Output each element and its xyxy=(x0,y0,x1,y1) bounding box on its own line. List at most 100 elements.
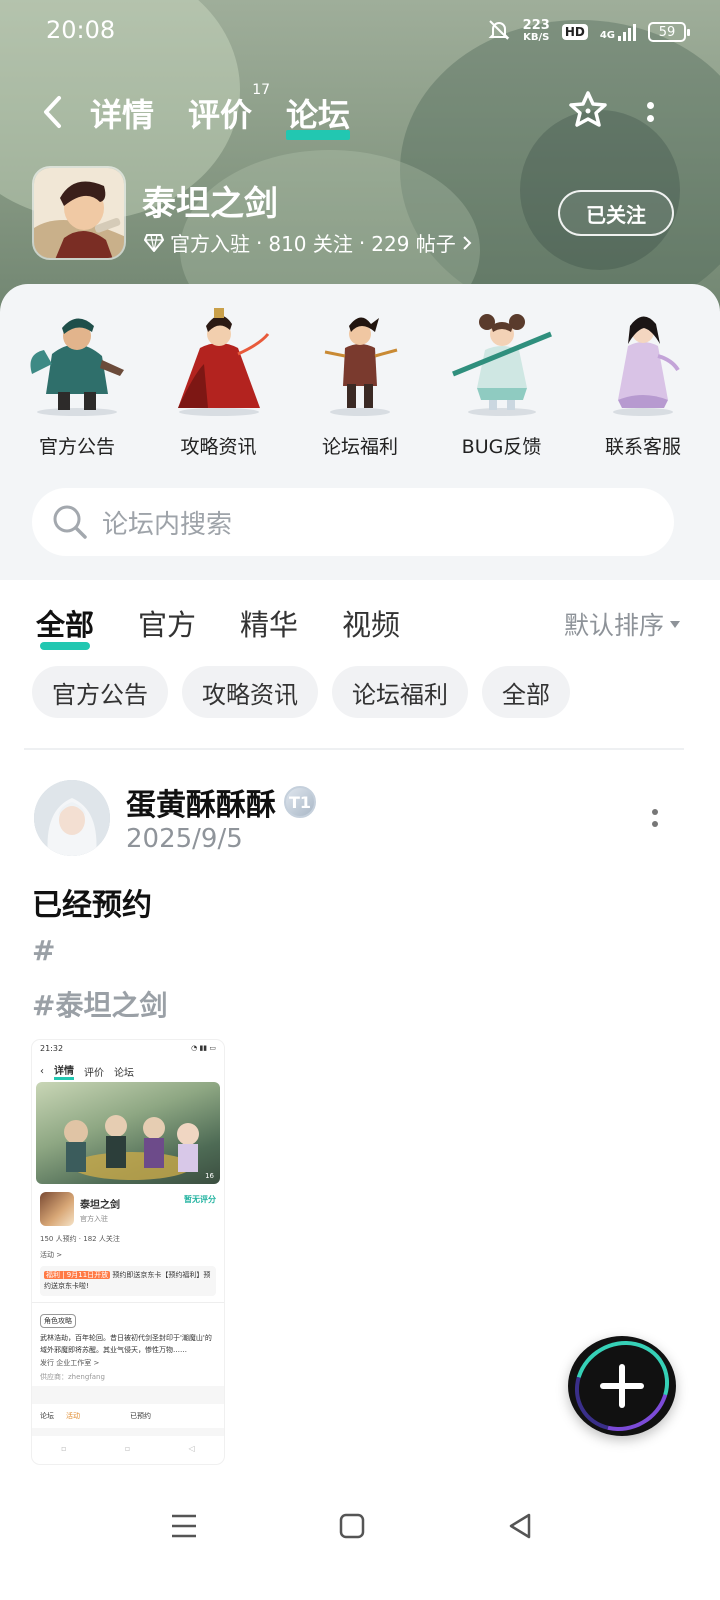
tab-details[interactable]: 详情 xyxy=(90,90,154,136)
battery-icon: 59 xyxy=(648,22,690,42)
game-icon[interactable] xyxy=(32,166,126,260)
search-placeholder: 论坛内搜索 xyxy=(102,509,233,540)
thumb-notice-tag: 福利 | 9月11日开放 xyxy=(44,1271,111,1279)
net-speed-value: 223 xyxy=(522,18,550,33)
category-label: 官方公告 xyxy=(38,436,115,458)
create-post-button[interactable] xyxy=(568,1336,676,1436)
network-type: 4G xyxy=(599,30,615,41)
home-square-icon xyxy=(339,1513,365,1539)
followers-count: 810 关注 xyxy=(268,232,353,256)
thumb-role-tag: 角色攻略 xyxy=(40,1314,76,1328)
category-row: 官方公告 攻略资讯 论坛福利 BUG反馈 联系客服 xyxy=(14,304,706,459)
filter-tab-label: 视频 xyxy=(342,608,401,642)
post-title[interactable]: 已经预约 xyxy=(32,880,152,924)
more-vertical-icon xyxy=(652,809,658,815)
category-label: 论坛福利 xyxy=(321,436,398,458)
thumb-divider xyxy=(32,1302,224,1303)
system-back-button[interactable] xyxy=(502,1508,538,1544)
post-image[interactable]: 21:32 ◔ ▮▮ ▭ ‹ 详情 评价 论坛 16 泰坦之剑 官方入驻 暂无评… xyxy=(32,1040,224,1464)
level-badge-icon: T1 xyxy=(284,786,316,818)
thumb-activity: 活动 > xyxy=(40,1251,63,1259)
post-tag[interactable]: # xyxy=(32,934,55,967)
character-dancer-icon xyxy=(451,314,552,416)
filter-tab-official[interactable]: 官方 xyxy=(138,602,196,644)
filter-tab-label: 官方 xyxy=(138,608,197,642)
character-red-lady-icon xyxy=(177,308,269,416)
thumb-publisher: 发行 企业工作室 > xyxy=(40,1359,100,1367)
thumb-stats: 150 人预约 · 182 人关注 xyxy=(40,1235,120,1243)
chip-guides[interactable]: 攻略资讯 xyxy=(182,666,318,718)
status-icons: 223 KB/S HD 4G 59 xyxy=(487,18,690,46)
post-more-button[interactable] xyxy=(648,804,662,832)
home-button[interactable] xyxy=(334,1508,370,1544)
thumb-time: 21:32 xyxy=(40,1044,64,1053)
character-warrior-icon xyxy=(30,318,124,416)
chip-announcements[interactable]: 官方公告 xyxy=(32,666,168,718)
thumb-back-icon: ‹ xyxy=(40,1065,44,1077)
post-author[interactable]: 蛋黄酥酥酥 T1 xyxy=(126,780,316,824)
category-guides[interactable]: 攻略资讯 xyxy=(156,304,282,459)
thumb-score: 暂无评分 xyxy=(184,1195,216,1204)
tab-details-label: 详情 xyxy=(90,96,155,134)
author-name: 蛋黄酥酥酥 xyxy=(126,788,276,823)
thumb-game-icon xyxy=(40,1192,74,1226)
back-button[interactable] xyxy=(36,92,68,132)
post-tag[interactable]: #泰坦之剑 xyxy=(32,984,167,1024)
battery-level: 59 xyxy=(658,24,676,40)
thumb-bar-reserved: 已预约 xyxy=(130,1412,151,1420)
category-support[interactable]: 联系客服 xyxy=(580,304,706,459)
category-welfare[interactable]: 论坛福利 xyxy=(297,304,423,459)
filter-tab-label: 全部 xyxy=(36,608,95,642)
thumb-action-bar: 论坛 活动 已预约 xyxy=(32,1404,224,1428)
filter-tab-label: 精华 xyxy=(240,608,299,642)
posts-count: 229 帖子 xyxy=(371,232,456,256)
thumb-banner-count: 16 xyxy=(205,1172,214,1180)
thumb-tab: 论坛 xyxy=(114,1067,134,1079)
sort-dropdown[interactable]: 默认排序 xyxy=(564,606,680,642)
search-icon xyxy=(53,505,87,539)
forum-search-bar[interactable]: 论坛内搜索 xyxy=(32,488,674,556)
category-bug-report[interactable]: BUG反馈 xyxy=(439,304,565,459)
tab-reviews[interactable]: 评价 17 xyxy=(188,82,270,136)
game-title: 泰坦之剑 xyxy=(142,184,278,224)
sub-filter-chips: 官方公告 攻略资讯 论坛福利 全部 xyxy=(32,666,570,718)
thumb-tab: 详情 xyxy=(54,1062,74,1080)
status-time: 20:08 xyxy=(46,16,116,44)
game-meta[interactable]: 官方入驻 · 810 关注 · 229 帖子 xyxy=(144,228,472,257)
filter-tab-featured[interactable]: 精华 xyxy=(240,602,298,644)
chip-all[interactable]: 全部 xyxy=(482,666,570,718)
menu-button[interactable] xyxy=(166,1508,202,1544)
diamond-icon xyxy=(144,233,164,252)
post-date: 2025/9/5 xyxy=(126,824,243,854)
character-maiden-icon xyxy=(613,316,680,416)
chevron-right-icon xyxy=(463,235,472,250)
meta-sep: · xyxy=(358,230,366,255)
hd-badge: HD xyxy=(561,24,588,40)
thumb-system-nav: ▫ ▫ ◁ xyxy=(61,1444,195,1453)
thumb-notice: 福利 | 9月11日开放 预约即送京东卡【预约福利】预约送京东卡啦! xyxy=(40,1266,216,1296)
category-label: 联系客服 xyxy=(604,436,681,458)
filter-tab-all[interactable]: 全部 xyxy=(36,602,95,650)
sort-label: 默认排序 xyxy=(563,611,664,640)
forum-panel: 官方公告 攻略资讯 论坛福利 BUG反馈 联系客服 论坛内搜索 xyxy=(0,284,720,580)
thumb-status-icons: ◔ ▮▮ ▭ xyxy=(191,1044,216,1052)
follow-button[interactable]: 已关注 xyxy=(558,190,674,236)
thumb-nav: ‹ 详情 评价 论坛 xyxy=(40,1062,134,1080)
filter-tabs: 全部 官方 精华 视频 默认排序 xyxy=(0,596,720,650)
signal-icon: 4G xyxy=(600,23,636,41)
filter-tab-video[interactable]: 视频 xyxy=(342,602,400,644)
thumb-game-name: 泰坦之剑 xyxy=(80,1200,120,1211)
star-outline-icon xyxy=(569,91,607,127)
more-options-button[interactable] xyxy=(642,94,658,130)
category-label: 攻略资讯 xyxy=(180,436,257,458)
favorite-button[interactable] xyxy=(566,88,610,132)
mute-bell-icon xyxy=(487,18,511,46)
thumb-game-sub: 官方入驻 xyxy=(80,1215,108,1223)
tab-reviews-label: 评价 xyxy=(188,96,253,134)
menu-icon xyxy=(172,1514,196,1538)
chip-welfare[interactable]: 论坛福利 xyxy=(332,666,468,718)
avatar[interactable] xyxy=(34,780,110,856)
category-announcements[interactable]: 官方公告 xyxy=(14,304,140,459)
tab-forum[interactable]: 论坛 xyxy=(286,90,351,140)
meta-sep: · xyxy=(256,230,263,255)
